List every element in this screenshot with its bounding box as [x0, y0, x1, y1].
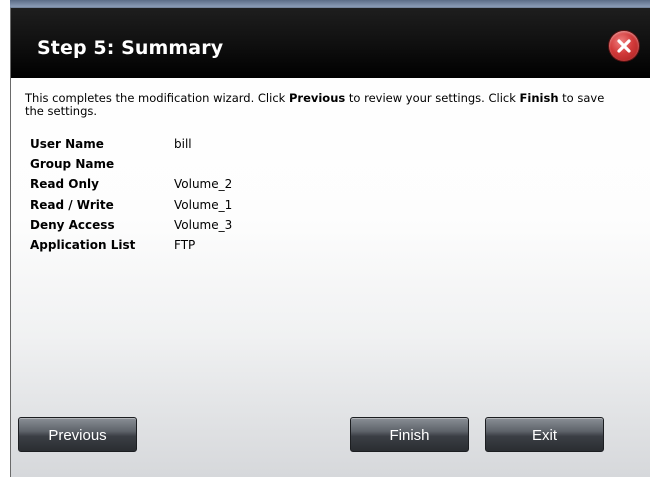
finish-button[interactable]: Finish: [350, 417, 469, 452]
dialog-title: Step 5: Summary: [37, 37, 224, 59]
page: Step 5: Summary This completes the modif…: [0, 0, 650, 477]
intro-finish-word: Finish: [519, 91, 559, 105]
summary-value: FTP: [174, 237, 196, 252]
summary-value: Volume_3: [174, 217, 233, 232]
intro-text: This completes the modification wizard. …: [25, 92, 625, 118]
intro-previous-word: Previous: [288, 91, 346, 105]
summary-value: bill: [174, 137, 192, 151]
summary-label: Group Name: [30, 157, 115, 172]
summary-label: Read / Write: [30, 197, 114, 212]
dialog-title-bar: Step 5: Summary: [11, 8, 650, 78]
summary-value: Volume_1: [174, 197, 233, 212]
intro-part1: This completes the modification wizard. …: [25, 91, 289, 105]
exit-button[interactable]: Exit: [485, 417, 604, 452]
close-button[interactable]: [609, 31, 639, 61]
summary-value: Volume_2: [174, 177, 233, 192]
summary-label: Deny Access: [30, 217, 115, 232]
summary-label: Read Only: [30, 177, 99, 192]
previous-button[interactable]: Previous: [18, 417, 137, 452]
summary-label: User Name: [30, 137, 104, 151]
intro-part2: to review your settings. Click: [345, 91, 520, 105]
close-icon: [617, 39, 631, 53]
summary-label: Application List: [30, 237, 136, 252]
